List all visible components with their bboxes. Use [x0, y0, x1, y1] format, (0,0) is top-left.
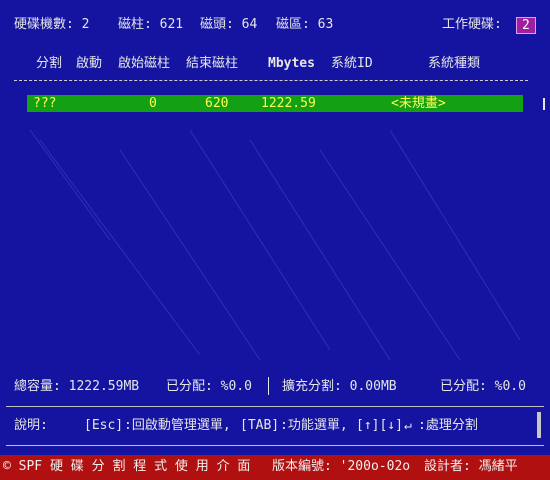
work-disk-selector[interactable]: 2 [516, 17, 536, 34]
enter-description: :處理分割 [418, 418, 478, 433]
status-bar: © SPF 硬 碟 分 割 程 式 使 用 介 面 版本編號: '200o-02… [0, 455, 550, 480]
header-system-id: 系統ID [331, 56, 373, 71]
help-label: 說明: [14, 418, 48, 433]
work-disk-badge: 2 [516, 17, 536, 34]
disk-count: 硬碟機數: 2 [14, 17, 90, 32]
arrow-keys[interactable]: [↑][↓] [356, 418, 403, 433]
header-start-cylinder: 啟始磁柱 [118, 56, 171, 71]
table-row[interactable]: ??? 0 620 1222.59 <未規畫> [27, 95, 523, 112]
esc-key[interactable]: [Esc] [84, 418, 123, 433]
header-boot: 啟動 [76, 56, 103, 71]
summary-separator [268, 377, 269, 395]
work-disk-label: 工作硬碟: [442, 17, 502, 32]
extended-partition: 擴充分割: 0.00MB [282, 379, 397, 394]
cylinders-info: 磁柱: 621 [118, 17, 184, 32]
row-boot: 0 [149, 96, 157, 111]
total-capacity: 總容量: 1222.59MB [14, 379, 140, 394]
header-mbytes: Mbytes [268, 56, 315, 71]
header-partition: 分割 [36, 56, 63, 71]
row-end-marker [543, 98, 545, 110]
designer-info: 設計者: 馮緒平 [424, 459, 518, 474]
row-end-cylinder: 620 [205, 96, 229, 111]
heads-info: 磁頭: 64 [200, 17, 258, 32]
allocated-primary: 已分配: %0.0 [166, 379, 252, 394]
program-title: © SPF 硬 碟 分 割 程 式 使 用 介 面 [3, 459, 251, 474]
row-system-type: <未規畫> [391, 96, 446, 111]
row-mbytes: 1222.59 [261, 96, 316, 111]
background-artifacts [29, 129, 521, 361]
esc-description: :回啟動管理選單, [124, 418, 231, 433]
enter-icon: ↵ [404, 418, 412, 433]
header-divider [14, 80, 528, 81]
row-partition: ??? [33, 96, 57, 111]
help-scroll-indicator [537, 412, 541, 438]
tab-key[interactable]: [TAB] [240, 418, 279, 433]
version-info: 版本編號: '200o-02o [272, 459, 411, 474]
sectors-info: 磁區: 63 [276, 17, 334, 32]
allocated-extended: 已分配: %0.0 [440, 379, 526, 394]
header-end-cylinder: 結束磁柱 [186, 56, 239, 71]
header-system-type: 系統種類 [428, 56, 481, 71]
tab-description: :功能選單, [280, 418, 348, 433]
